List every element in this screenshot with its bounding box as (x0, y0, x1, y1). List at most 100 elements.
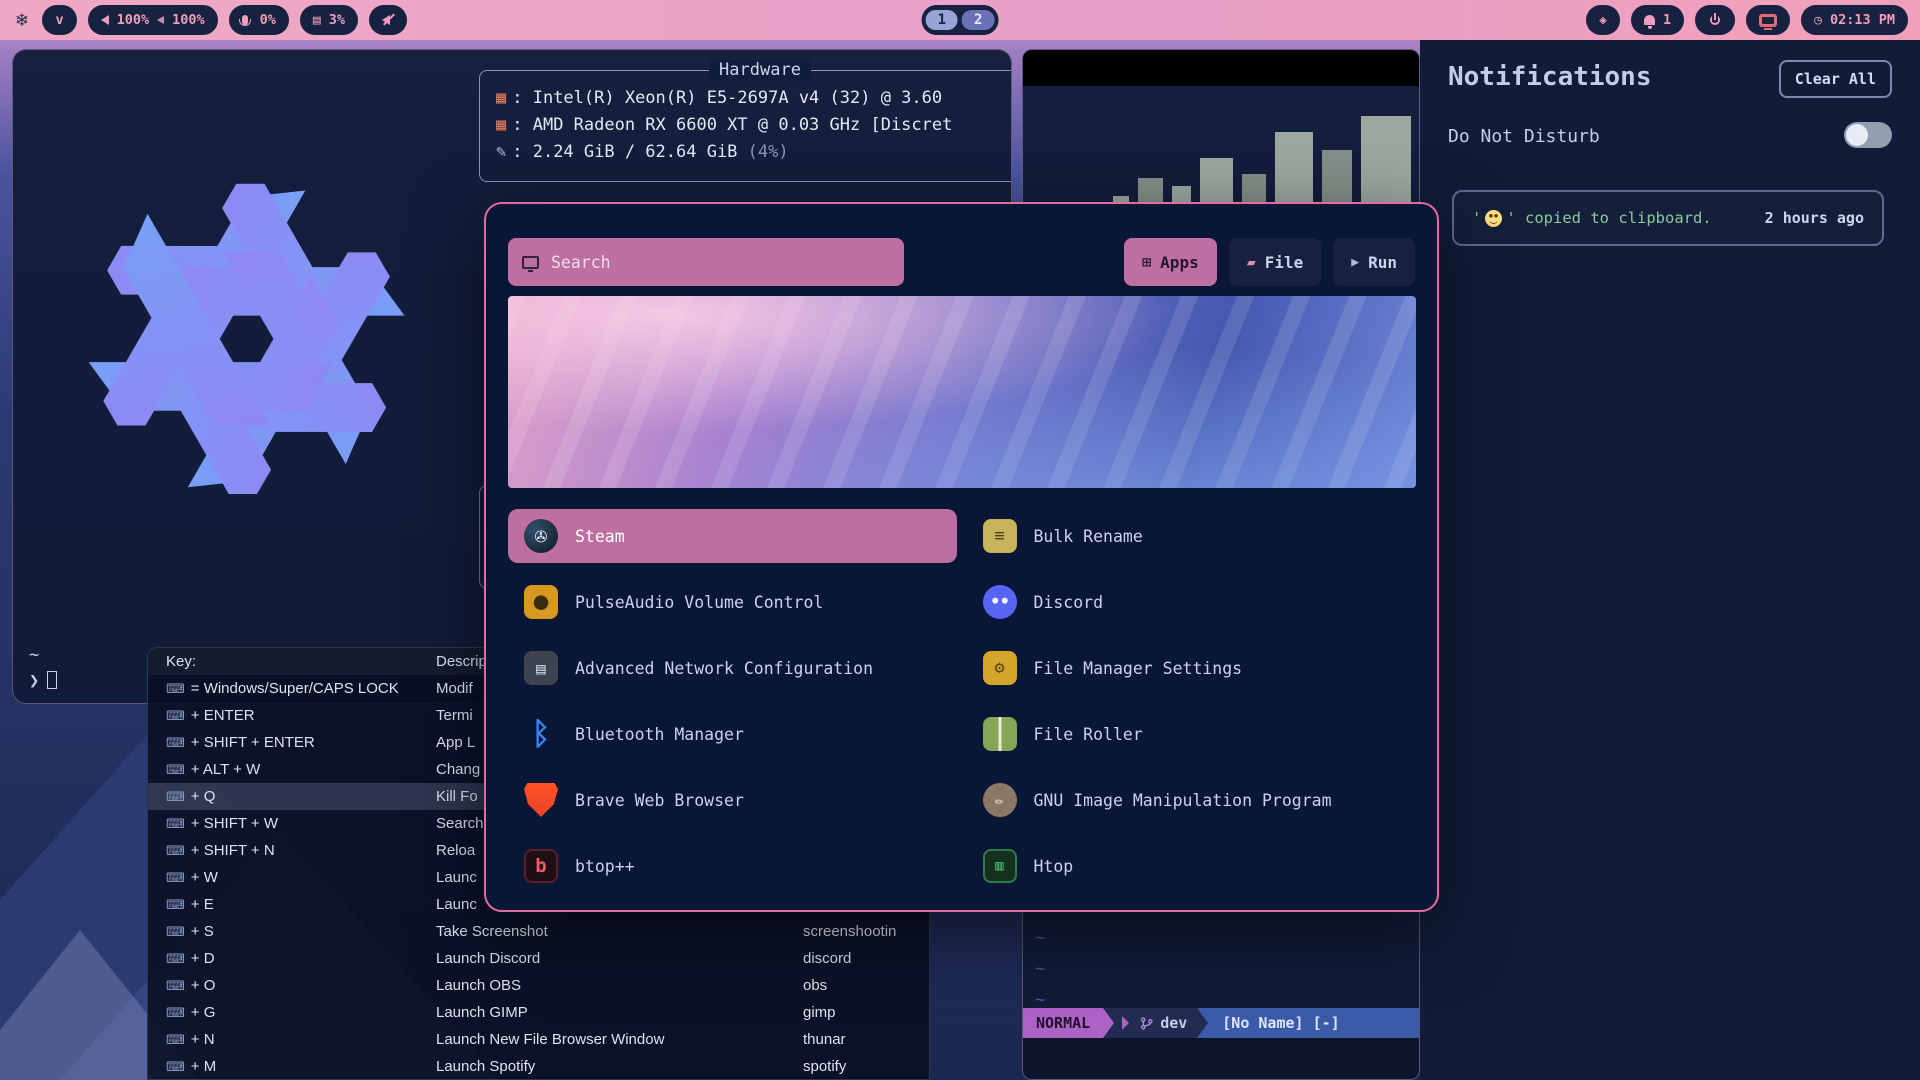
memory-widget[interactable]: ▤ 3% (300, 5, 358, 35)
file-roller-icon (983, 717, 1017, 751)
keybind-row[interactable]: ⌨+ M Launch Spotify spotify (148, 1053, 929, 1080)
tab-run[interactable]: ▶Run (1333, 238, 1415, 286)
super-key-icon: ⌨ (166, 897, 185, 913)
tab-apps[interactable]: ⊞Apps (1124, 238, 1217, 286)
app-item-htop[interactable]: ▥ Htop (967, 839, 1416, 893)
tray-button[interactable]: ◈ (1586, 5, 1620, 35)
toggle-knob (1846, 124, 1868, 146)
keybind-key: = Windows/Super/CAPS LOCK (191, 680, 399, 697)
mute-button[interactable] (369, 5, 407, 35)
vim-filename: [No Name] [-] (1222, 1014, 1339, 1032)
keybind-row[interactable]: ⌨+ N Launch New File Browser Window thun… (148, 1026, 929, 1053)
file-manager-settings-icon: ⚙ (983, 651, 1017, 685)
memory-info: : 2.24 GiB / 62.64 GiB (512, 142, 747, 162)
keybind-command: discord (803, 945, 851, 972)
nixos-logo-icon[interactable]: ❄ (12, 9, 31, 31)
keybind-key: + O (191, 977, 216, 994)
keybind-desc: Reloa (436, 837, 475, 864)
app-label: PulseAudio Volume Control (575, 593, 823, 612)
super-key-icon: ⌨ (166, 1005, 185, 1021)
keybind-key: + ENTER (191, 707, 255, 724)
brave-icon (524, 783, 558, 817)
notification-card[interactable]: '' copied to clipboard. 2 hours ago (1452, 190, 1884, 246)
clock-widget[interactable]: ◷ 02:13 PM (1801, 5, 1908, 35)
gpu-info: : AMD Radeon RX 6600 XT @ 0.03 GHz [Disc… (512, 115, 952, 135)
app-label: Advanced Network Configuration (575, 659, 873, 678)
keybind-key: + S (191, 923, 214, 940)
screen-record-button[interactable] (1746, 5, 1790, 35)
super-key-icon: ⌨ (166, 843, 185, 859)
app-item-gimp[interactable]: ✏ GNU Image Manipulation Program (967, 773, 1416, 827)
mic-widget[interactable]: 0% (229, 5, 289, 35)
tab-file[interactable]: ▰File (1229, 238, 1322, 286)
notifications-button[interactable]: 1 (1631, 5, 1684, 35)
notification-panel: Notifications Clear All Do Not Disturb '… (1420, 40, 1920, 1080)
keybind-row[interactable]: ⌨+ D Launch Discord discord (148, 945, 929, 972)
app-grid: ✇ Steam PulseAudio Volume Control ▤ Adva… (508, 509, 1415, 893)
launcher-search[interactable] (508, 238, 904, 286)
app-item-pulseaudio[interactable]: PulseAudio Volume Control (508, 575, 957, 629)
statusline-separator (1122, 1016, 1129, 1030)
top-bar-right: ◈ 1 ◷ 02:13 PM (1586, 5, 1908, 35)
workspace-1[interactable]: 1 (926, 10, 958, 30)
bulk-rename-icon: ≡ (983, 519, 1017, 553)
app-item-file-roller[interactable]: File Roller (967, 707, 1416, 761)
app-label: File Manager Settings (1034, 659, 1243, 678)
volume-widget[interactable]: 100% 100% (88, 5, 218, 35)
dnd-toggle[interactable] (1844, 122, 1892, 148)
keybind-header-key: Key: (166, 648, 196, 675)
keybind-row[interactable]: ⌨+ S Take Screenshot screenshootin (148, 918, 929, 945)
app-item-network-config[interactable]: ▤ Advanced Network Configuration (508, 641, 957, 695)
apps-grid-icon: ⊞ (1142, 253, 1151, 271)
keybind-desc: Termi (436, 702, 473, 729)
menu-button[interactable]: v (42, 5, 76, 35)
notification-time: 2 hours ago (1765, 209, 1864, 227)
keybind-key: + G (191, 1004, 216, 1021)
prompt-symbol: ❯ (29, 671, 39, 691)
pulseaudio-icon (524, 585, 558, 619)
app-item-bluetooth[interactable]: ᛒ Bluetooth Manager (508, 707, 957, 761)
keybind-desc: Launc (436, 864, 477, 891)
keybind-command: obs (803, 972, 827, 999)
git-branch-icon (1140, 1017, 1153, 1030)
app-item-brave[interactable]: Brave Web Browser (508, 773, 957, 827)
gimp-icon: ✏ (983, 783, 1017, 817)
tray-icon: ◈ (1599, 14, 1607, 27)
folder-icon: ▰ (1247, 253, 1256, 271)
power-button[interactable] (1695, 5, 1735, 35)
desktop: ❄ v 100% 100% 0% ▤ 3% 1 2 ◈ (0, 0, 1920, 1080)
muted-speaker-icon (382, 14, 394, 26)
app-label: Bluetooth Manager (575, 725, 744, 744)
bluetooth-icon: ᛒ (524, 717, 558, 751)
app-label: File Roller (1034, 725, 1143, 744)
emoji-smiley-icon (1485, 210, 1502, 227)
cpu-icon: ▦ (496, 88, 506, 108)
keybind-row[interactable]: ⌨+ G Launch GIMP gimp (148, 999, 929, 1026)
app-item-file-manager-settings[interactable]: ⚙ File Manager Settings (967, 641, 1416, 695)
keybind-row[interactable]: ⌨+ O Launch OBS obs (148, 972, 929, 999)
app-item-btop[interactable]: b btop++ (508, 839, 957, 893)
app-label: Bulk Rename (1034, 527, 1143, 546)
cpu-info: : Intel(R) Xeon(R) E5-2697A v4 (32) @ 3.… (512, 88, 942, 108)
terminal-titlebar (1023, 50, 1419, 86)
super-key-icon: ⌨ (166, 708, 185, 724)
memory-percent: (4%) (748, 142, 789, 162)
app-label: btop++ (575, 857, 635, 876)
search-input[interactable] (551, 253, 890, 272)
top-bar: ❄ v 100% 100% 0% ▤ 3% 1 2 ◈ (0, 0, 1920, 40)
app-item-bulk-rename[interactable]: ≡ Bulk Rename (967, 509, 1416, 563)
app-label: Brave Web Browser (575, 791, 744, 810)
mic-value: 0% (260, 12, 276, 28)
vim-commandline (1023, 1038, 1419, 1080)
notifications-title: Notifications (1448, 62, 1652, 92)
clock-value: 02:13 PM (1830, 12, 1895, 28)
vim-mode: NORMAL (1023, 1008, 1103, 1038)
app-item-discord[interactable]: Discord (967, 575, 1416, 629)
workspace-2[interactable]: 2 (962, 10, 994, 30)
keybind-command: thunar (803, 1026, 846, 1053)
app-item-steam[interactable]: ✇ Steam (508, 509, 957, 563)
htop-icon: ▥ (983, 849, 1017, 883)
network-icon: ▤ (524, 651, 558, 685)
clear-all-button[interactable]: Clear All (1779, 60, 1892, 98)
btop-icon: b (524, 849, 558, 883)
